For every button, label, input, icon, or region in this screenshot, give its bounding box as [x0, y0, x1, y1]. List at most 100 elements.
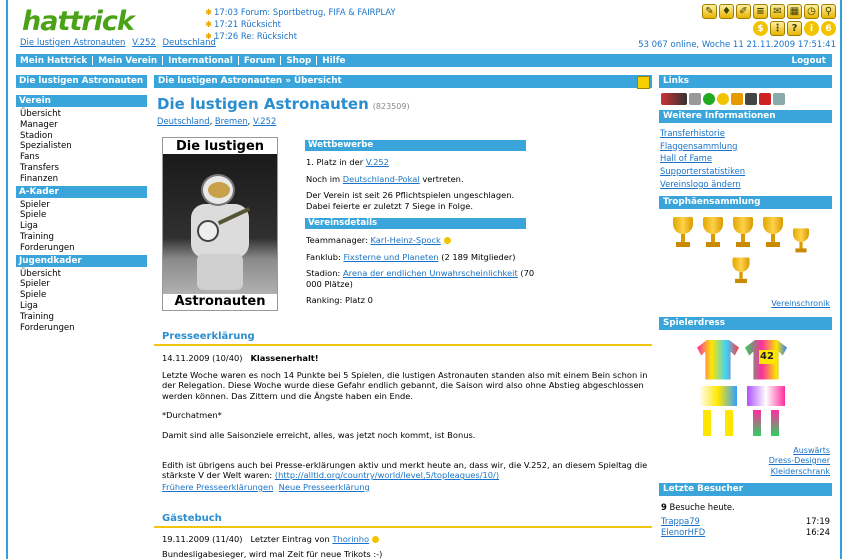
competitions: 1. Platz in der V.252 Noch im Deutschlan… — [306, 157, 515, 211]
logout-link[interactable]: Logout — [792, 56, 832, 66]
sidebar-item[interactable]: Spieler — [20, 200, 147, 211]
star-link-icon[interactable] — [703, 93, 715, 105]
flag-link-icon[interactable] — [745, 93, 757, 105]
nav-forum[interactable]: Forum — [240, 56, 279, 66]
grid-icon[interactable]: ⋮ — [770, 21, 785, 36]
links-header: Links — [659, 75, 832, 88]
sidebar-item[interactable]: Spezialisten — [20, 141, 147, 152]
nav-shop[interactable]: Shop — [282, 56, 315, 66]
sidebar-item[interactable]: Spiele — [20, 290, 147, 301]
clock-icon[interactable]: ◷ — [804, 4, 819, 19]
sidebar-section-jugend[interactable]: Jugendkader — [16, 254, 147, 267]
shirt-icon[interactable]: ♦ — [719, 4, 734, 19]
astronaut-image — [163, 154, 277, 294]
sidebar-item[interactable]: Transfers — [20, 163, 147, 174]
help-icon[interactable]: ? — [787, 21, 802, 36]
link-vereinslogo[interactable]: Vereinslogo ändern — [660, 178, 831, 191]
guest-user-link[interactable]: Thorinho — [332, 534, 369, 544]
sidebar-item[interactable]: Liga — [20, 301, 147, 312]
manager-link[interactable]: Karl-Heinz-Spock — [371, 235, 441, 245]
sidebar-title[interactable]: Die lustigen Astronauten — [16, 75, 147, 88]
notepad-icon[interactable] — [637, 76, 650, 89]
news-item[interactable]: 17:26 Re: Rücksicht — [214, 31, 297, 41]
section-vereinsdetails: Vereinsdetails — [305, 218, 526, 229]
recent-visitors: 9 Besuche heute. Trappa79 17:19 ElenorHFD… — [661, 502, 830, 538]
pencil-icon[interactable]: ✐ — [736, 4, 751, 19]
calendar-icon[interactable]: ▦ — [787, 4, 802, 19]
sidebar-item[interactable]: Übersicht — [20, 109, 147, 120]
sidebar-section-akader[interactable]: A-Kader — [16, 185, 147, 198]
kit-links: Auswärts Dress-Designer Kleiderschrank — [659, 446, 832, 484]
location-region[interactable]: Bremen — [215, 116, 248, 126]
sidebar-section-verein[interactable]: Verein — [16, 95, 147, 107]
nav-my-club[interactable]: Mein Verein — [94, 56, 161, 66]
trophy-icon[interactable] — [731, 216, 755, 251]
team-link[interactable]: Die lustigen Astronauten — [20, 38, 125, 48]
mail-icon[interactable]: ✉ — [770, 4, 785, 19]
star-icon: ✱ — [205, 31, 213, 41]
coin-icon[interactable]: $ — [753, 21, 768, 36]
player-kit: 42 — [659, 330, 832, 446]
trophy-link-icon[interactable] — [689, 93, 701, 105]
info-links: Transferhistorie Flaggensammlung Hall of… — [659, 123, 832, 196]
dress-designer-link[interactable]: Dress-Designer — [661, 456, 830, 467]
stats-icon[interactable]: 6 — [821, 21, 836, 36]
nav-international[interactable]: International — [164, 56, 237, 66]
sidebar-item[interactable]: Forderungen — [20, 243, 147, 254]
coin-link-icon[interactable] — [717, 93, 729, 105]
sock — [703, 409, 711, 436]
sidebar-item[interactable]: Spieler — [20, 279, 147, 290]
trainer-icon[interactable]: ✎ — [702, 4, 717, 19]
sidebar-item[interactable]: Training — [20, 312, 147, 323]
hattrick-logo[interactable]: hattrick — [22, 6, 135, 37]
location-country[interactable]: Deutschland — [157, 116, 210, 126]
link-supporterstatistiken[interactable]: Supporterstatistiken — [660, 165, 831, 178]
alltid-icon[interactable] — [661, 93, 687, 105]
trophy-icon[interactable] — [731, 257, 751, 286]
nav-help[interactable]: Hilfe — [318, 56, 349, 66]
team-location: Deutschland, Bremen, V.252 — [157, 116, 277, 126]
trophy-icon[interactable] — [701, 216, 725, 251]
club-chronicle-link[interactable]: Vereinschronik — [771, 299, 830, 308]
wardrobe-link[interactable]: Kleiderschrank — [661, 467, 830, 478]
sidebar-item[interactable]: Fans — [20, 152, 147, 163]
trophy-icon[interactable] — [791, 227, 810, 255]
sidebar-item[interactable]: Manager — [20, 120, 147, 131]
magnifier-icon[interactable] — [773, 93, 785, 105]
sidebar-item[interactable]: Liga — [20, 221, 147, 232]
link-hall-of-fame[interactable]: Hall of Fame — [660, 152, 831, 165]
breadcrumb: Die lustigen Astronauten » Übersicht — [154, 75, 652, 89]
fanclub-link[interactable]: Fixsterne und Planeten — [343, 252, 438, 262]
sidebar-item[interactable]: Übersicht — [20, 269, 147, 280]
trophy-icon[interactable] — [761, 216, 785, 251]
sidebar-item[interactable]: Finanzen — [20, 174, 147, 185]
stadium-link[interactable]: Arena der endlichen Unwahrscheinlichkeit — [343, 268, 518, 278]
visitor-link[interactable]: ElenorHFD — [661, 527, 705, 538]
new-press-link[interactable]: Neue Presseerklärung — [279, 482, 370, 492]
visitor-link[interactable]: Trappa79 — [661, 516, 700, 527]
news-item[interactable]: 17:03 Forum: Sportbetrug, FIFA & FAIRPLA… — [214, 7, 396, 17]
sidebar-item[interactable]: Stadion — [20, 131, 147, 142]
trophy-icon[interactable] — [671, 216, 695, 251]
location-league[interactable]: V.252 — [253, 116, 276, 126]
stats-link-icon[interactable] — [759, 93, 771, 105]
notes-icon[interactable]: ≡ — [753, 4, 768, 19]
league-link[interactable]: V.252 — [366, 157, 389, 167]
folder-link-icon[interactable] — [731, 93, 743, 105]
guestbook-header: Gästebuch — [154, 513, 652, 528]
search-icon[interactable]: ⚲ — [821, 4, 836, 19]
league-link[interactable]: V.252 — [132, 38, 156, 48]
link-transferhistorie[interactable]: Transferhistorie — [660, 127, 831, 140]
guestbook: Gästebuch 19.11.2009 (11/40) Letzter Ein… — [154, 513, 652, 559]
older-press-link[interactable]: Frühere Presseerklärungen — [162, 482, 273, 492]
away-kit-link[interactable]: Auswärts — [661, 446, 830, 457]
sidebar-item[interactable]: Forderungen — [20, 323, 147, 334]
nav-my-hattrick[interactable]: Mein Hattrick — [16, 56, 91, 66]
cup-link[interactable]: Deutschland-Pokal — [343, 174, 420, 184]
press-url[interactable]: (http://alltid.org/country/world/level,5… — [275, 470, 499, 480]
sidebar-item[interactable]: Training — [20, 232, 147, 243]
link-flaggensammlung[interactable]: Flaggensammlung — [660, 140, 831, 153]
news-item[interactable]: 17:21 Rücksicht — [214, 19, 281, 29]
sidebar-item[interactable]: Spiele — [20, 210, 147, 221]
info-icon[interactable]: i — [804, 21, 819, 36]
